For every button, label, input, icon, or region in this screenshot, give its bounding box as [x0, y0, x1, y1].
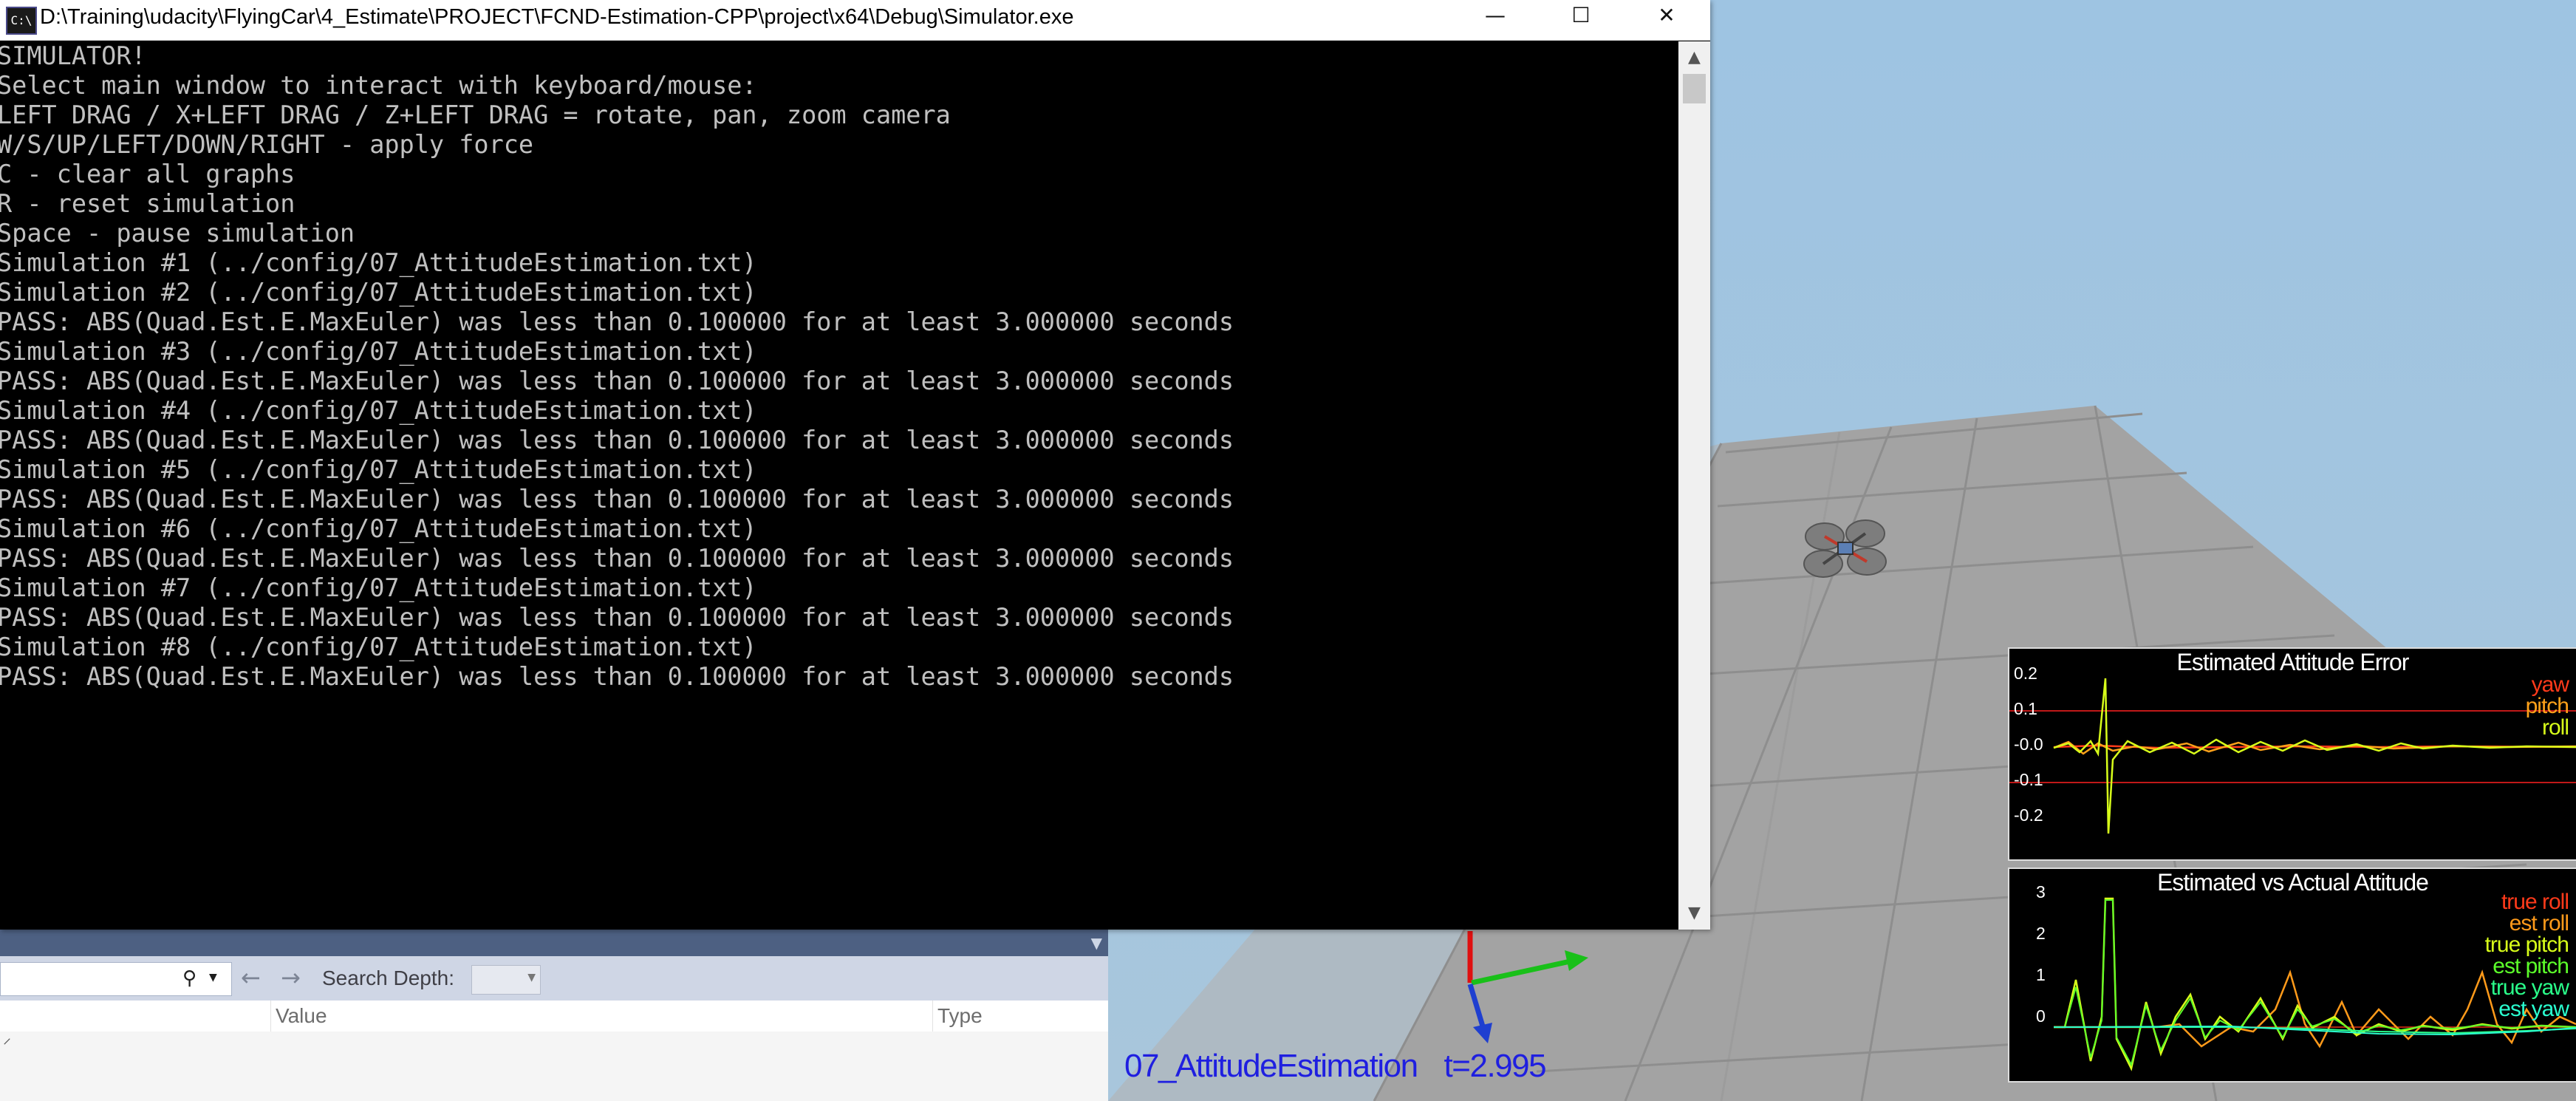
console-line: W/S/UP/LEFT/DOWN/RIGHT - apply force [0, 130, 534, 159]
legend-est-roll: est roll [2509, 911, 2569, 935]
console-line: PASS: ABS(Quad.Est.E.MaxEuler) was less … [0, 544, 1234, 573]
list-item[interactable]: ⸍ [0, 1032, 1108, 1061]
console-line: Simulation #7 (../config/07_AttitudeEsti… [0, 573, 757, 602]
attitude-comparison-plot[interactable]: Estimated vs Actual Attitude 3 2 1 0 tru… [2008, 867, 2576, 1083]
maximize-button[interactable]: ☐ [1538, 0, 1624, 33]
plot-title: Estimated Attitude Error [2176, 649, 2410, 675]
legend-true-yaw: true yaw [2490, 975, 2569, 1000]
scenario-name: 07_AttitudeEstimation [1124, 1048, 1418, 1084]
console-line: Simulation #5 (../config/07_AttitudeEsti… [0, 455, 757, 484]
scroll-up-icon[interactable]: ▲ [1678, 41, 1710, 74]
console-line: Simulation #8 (../config/07_AttitudeEsti… [0, 633, 757, 661]
console-line: SIMULATOR! [0, 41, 146, 70]
legend-est-yaw: est yaw [2498, 997, 2569, 1021]
legend-true-pitch: true pitch [2484, 933, 2569, 957]
vertical-scrollbar[interactable]: ▲ ▼ [1678, 41, 1710, 930]
console-line: PASS: ABS(Quad.Est.E.MaxEuler) was less … [0, 485, 1234, 514]
close-button[interactable]: ✕ [1624, 0, 1709, 33]
window-title: D:\Training\udacity\FlyingCar\4_Estimate… [40, 5, 1074, 29]
column-header-type[interactable]: Type [932, 1001, 983, 1032]
scrollbar-thumb[interactable] [1683, 74, 1706, 103]
scenario-label: 07_AttitudeEstimation t=2.995 [1124, 1048, 1547, 1085]
ytick-label: -0.0 [2014, 734, 2043, 754]
search-input[interactable]: ⚲ ▼ [0, 962, 232, 996]
search-depth-label: Search Depth: [322, 967, 454, 989]
console-line: PASS: ABS(Quad.Est.E.MaxEuler) was less … [0, 662, 1234, 691]
console-output[interactable]: SIMULATOR! Select main window to interac… [0, 41, 1677, 928]
ytick-label: -0.2 [2014, 805, 2043, 825]
console-app-icon: C:\ [6, 7, 37, 35]
plot-legend: yaw pitch roll [2525, 672, 2569, 740]
console-line: PASS: ABS(Quad.Est.E.MaxEuler) was less … [0, 367, 1234, 395]
legend-yaw: yaw [2531, 672, 2569, 697]
ytick-label: 2 [2036, 924, 2046, 943]
back-arrow-icon[interactable]: ← [241, 964, 261, 992]
search-depth-select[interactable]: ▼ [471, 965, 541, 995]
window-titlebar[interactable]: C:\ D:\Training\udacity\FlyingCar\4_Esti… [0, 0, 1710, 41]
ytick-label: 1 [2036, 965, 2046, 984]
console-line: Simulation #4 (../config/07_AttitudeEsti… [0, 396, 757, 425]
search-icon[interactable]: ⚲ [182, 967, 197, 989]
forward-arrow-icon[interactable]: → [281, 964, 301, 992]
row-marker: ⸍ [3, 1036, 12, 1054]
console-line: Simulation #3 (../config/07_AttitudeEsti… [0, 337, 757, 366]
minimize-button[interactable]: — [1452, 0, 1538, 33]
console-line: PASS: ABS(Quad.Est.E.MaxEuler) was less … [0, 603, 1234, 632]
column-header-value[interactable]: Value [270, 1001, 327, 1032]
console-line: PASS: ABS(Quad.Est.E.MaxEuler) was less … [0, 426, 1234, 454]
error-roll-series [2053, 678, 2576, 834]
chevron-down-icon[interactable]: ▼ [209, 972, 217, 984]
console-line: Simulation #6 (../config/07_AttitudeEsti… [0, 514, 757, 543]
chevron-down-icon[interactable]: ▼ [1091, 934, 1102, 952]
ytick-label: 0.1 [2014, 699, 2037, 718]
console-line: Select main window to interact with keyb… [0, 71, 757, 100]
scroll-down-icon[interactable]: ▼ [1678, 897, 1710, 930]
console-line: LEFT DRAG / X+LEFT DRAG / Z+LEFT DRAG = … [0, 100, 951, 129]
legend-pitch: pitch [2525, 694, 2569, 718]
console-line: PASS: ABS(Quad.Est.E.MaxEuler) was less … [0, 307, 1234, 336]
vs-toolbar: ⚲ ▼ ← → Search Depth: ▼ [0, 956, 1108, 1001]
legend-roll: roll [2541, 715, 2569, 740]
console-window[interactable]: C:\ D:\Training\udacity\FlyingCar\4_Esti… [0, 0, 1710, 930]
vs-panel-header: ▼ [0, 930, 1108, 956]
chevron-down-icon: ▼ [527, 972, 536, 984]
sim-time: t=2.995 [1444, 1048, 1547, 1084]
vs-watch-panel: ▼ ⚲ ▼ ← → Search Depth: ▼ Value Type ⸍ [0, 930, 1108, 1101]
console-line: Simulation #2 (../config/07_AttitudeEsti… [0, 278, 757, 307]
ytick-label: -0.1 [2014, 770, 2043, 789]
plot-legend: true roll est roll true pitch est pitch … [2485, 891, 2569, 1020]
legend-est-pitch: est pitch [2493, 954, 2569, 978]
console-line: R - reset simulation [0, 189, 295, 218]
attitude-error-graph [2009, 678, 2576, 834]
ytick-label: 0 [2036, 1006, 2046, 1026]
console-line: C - clear all graphs [0, 160, 295, 188]
legend-true-roll: true roll [2501, 890, 2569, 914]
ytick-label: 3 [2036, 882, 2046, 901]
console-line: Simulation #1 (../config/07_AttitudeEsti… [0, 248, 757, 277]
column-headers: Value Type [0, 1001, 1108, 1032]
ytick-label: 0.2 [2014, 664, 2037, 683]
console-line: Space - pause simulation [0, 219, 355, 248]
attitude-error-plot[interactable]: Estimated Attitude Error 0.2 0.1 -0.0 -0… [2008, 647, 2576, 861]
